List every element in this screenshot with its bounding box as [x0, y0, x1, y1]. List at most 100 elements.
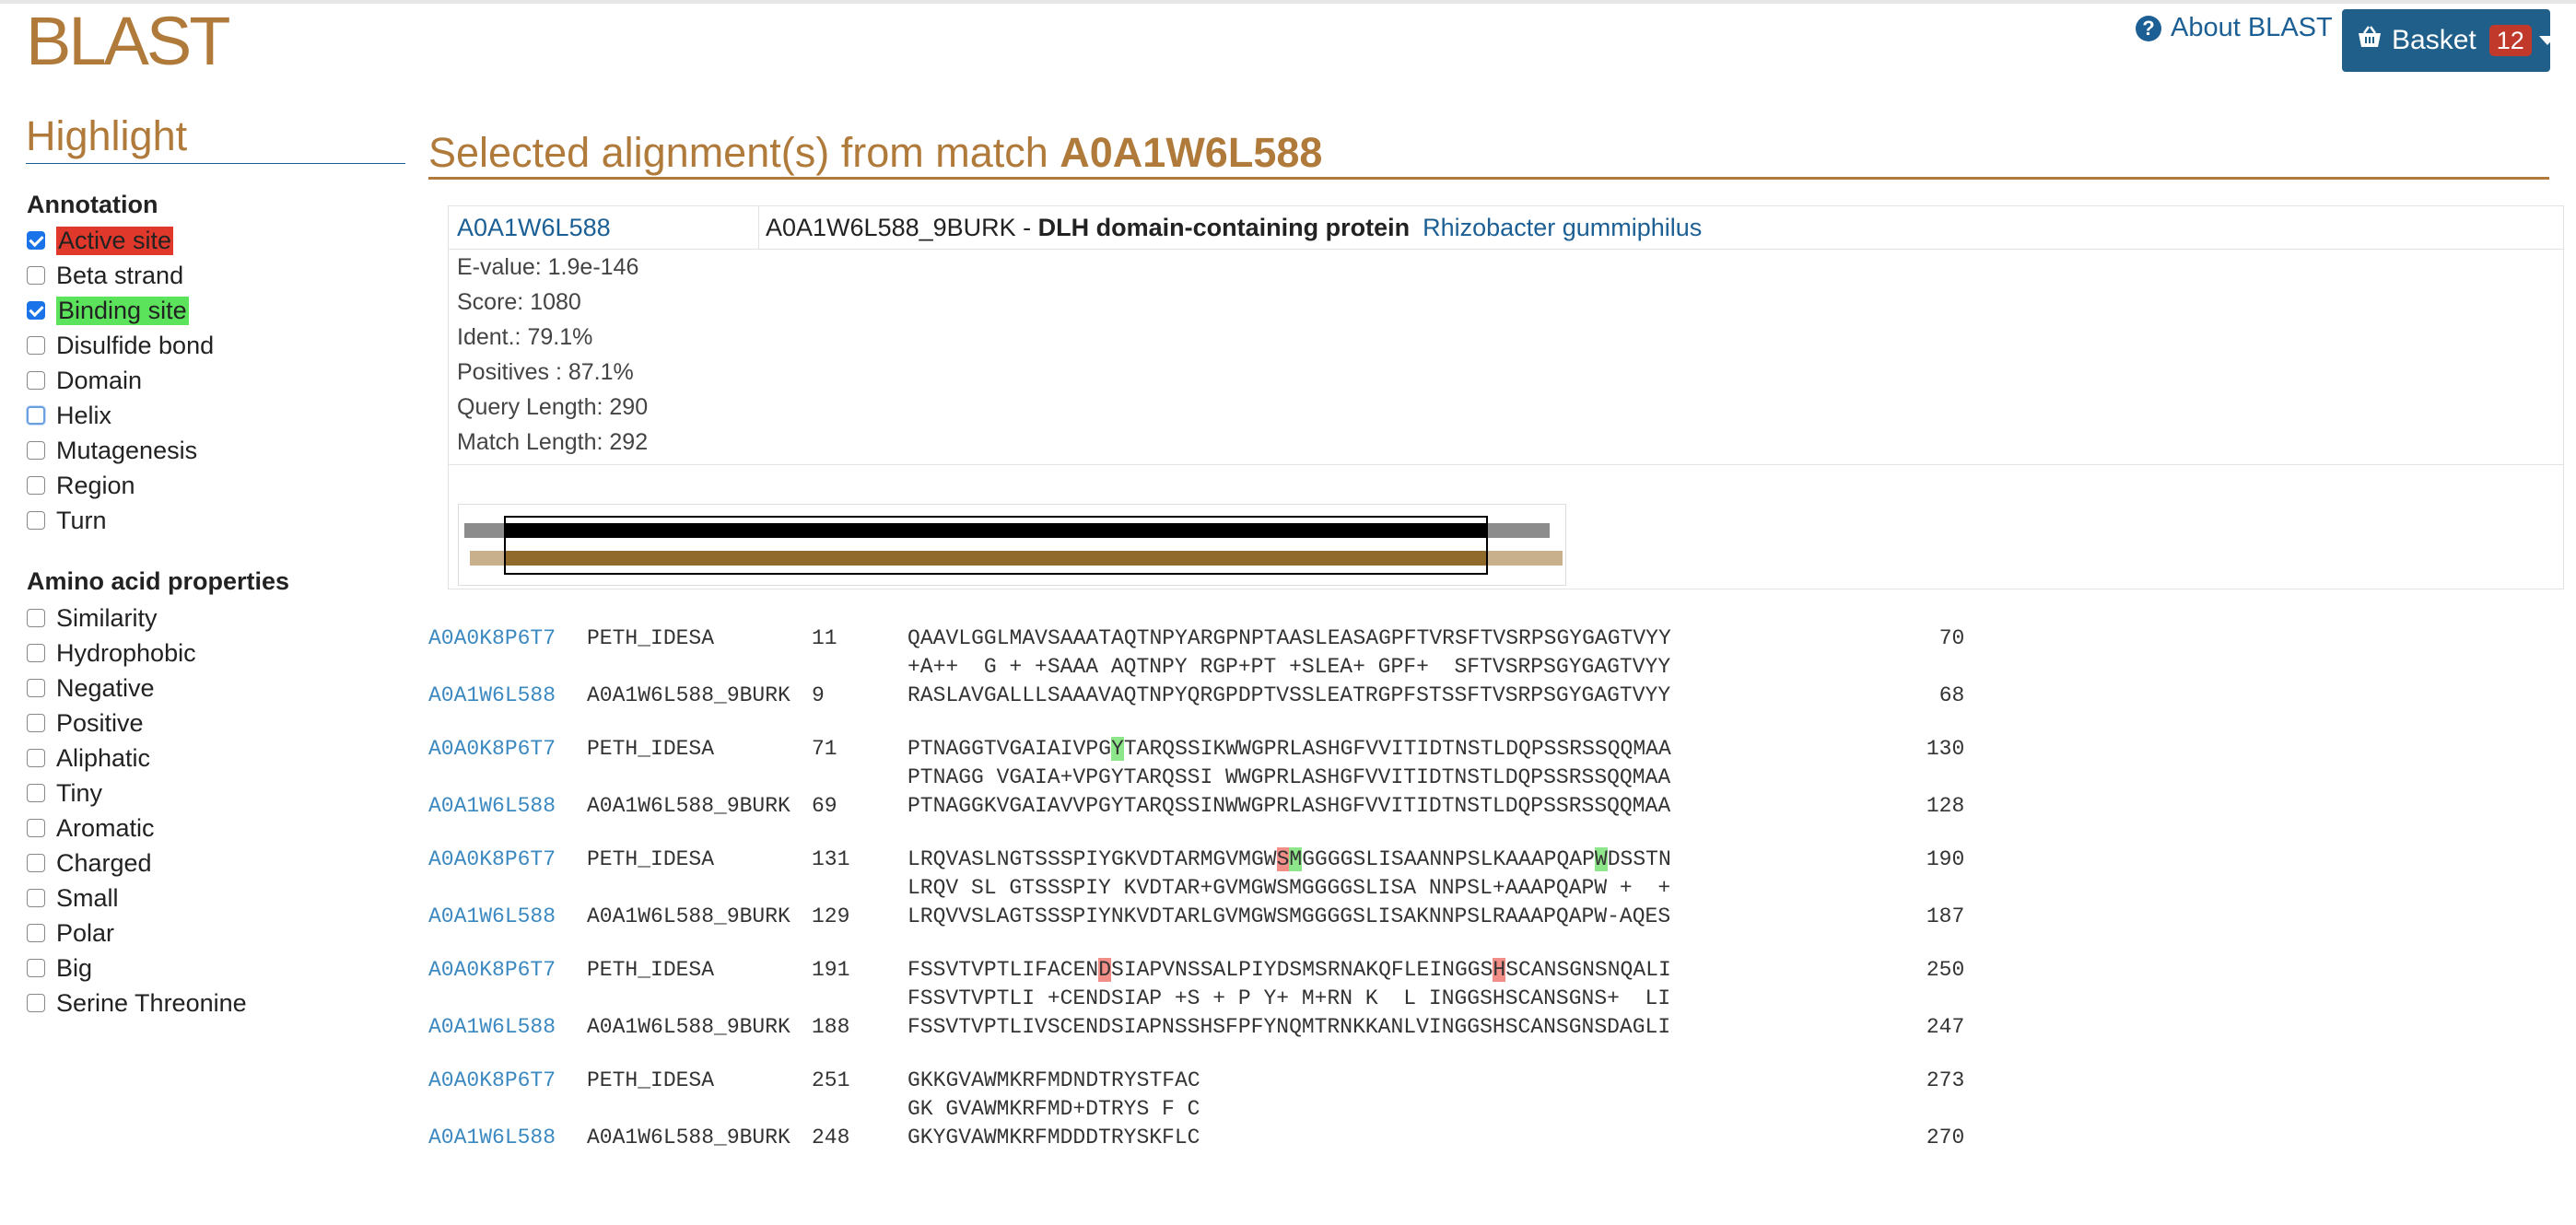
region-label[interactable]: Region [56, 472, 135, 500]
option-mutagenesis[interactable]: Mutagenesis [27, 434, 197, 467]
stat-score: Score: 1080 [457, 289, 581, 315]
subject-start: 248 [812, 1126, 850, 1149]
negative-checkbox[interactable] [27, 679, 45, 697]
aromatic-checkbox[interactable] [27, 819, 45, 837]
subject-start: 9 [812, 683, 825, 707]
option-region[interactable]: Region [27, 469, 135, 502]
positive-label[interactable]: Positive [56, 709, 144, 738]
domain-checkbox[interactable] [27, 371, 45, 390]
mutagenesis-checkbox[interactable] [27, 441, 45, 460]
subject-accession-link[interactable]: A0A1W6L588 [428, 1126, 556, 1149]
subject-accession-link[interactable]: A0A1W6L588 [428, 904, 556, 928]
subject-accession-link[interactable]: A0A1W6L588 [428, 683, 556, 707]
option-beta-strand[interactable]: Beta strand [27, 259, 183, 292]
option-domain[interactable]: Domain [27, 364, 142, 397]
option-disulfide-bond[interactable]: Disulfide bond [27, 329, 214, 362]
query-accession-link[interactable]: A0A0K8P6T7 [428, 1068, 556, 1092]
option-similarity[interactable]: Similarity [27, 601, 158, 635]
helix-label[interactable]: Helix [56, 402, 111, 430]
active-site-label[interactable]: Active site [56, 226, 174, 255]
hydrophobic-label[interactable]: Hydrophobic [56, 639, 196, 668]
stat-positives: Positives : 87.1% [457, 359, 634, 385]
query-name: PETH_IDESA [587, 1068, 715, 1092]
option-aliphatic[interactable]: Aliphatic [27, 741, 150, 775]
match-protein-name: DLH domain-containing protein [1037, 214, 1411, 241]
small-label[interactable]: Small [56, 884, 119, 913]
region-checkbox[interactable] [27, 476, 45, 495]
positive-checkbox[interactable] [27, 714, 45, 732]
title-divider [428, 177, 2549, 180]
site-logo[interactable]: BLAST [26, 2, 230, 80]
tiny-label[interactable]: Tiny [56, 779, 102, 808]
aliphatic-checkbox[interactable] [27, 749, 45, 767]
small-checkbox[interactable] [27, 889, 45, 907]
option-small[interactable]: Small [27, 881, 119, 915]
binding-site-residue: Y [1111, 737, 1124, 761]
turn-checkbox[interactable] [27, 511, 45, 530]
subject-end: 270 [1926, 1126, 1965, 1149]
option-binding-site[interactable]: Binding site [27, 294, 189, 327]
option-active-site[interactable]: Active site [27, 224, 174, 257]
binding-site-label[interactable]: Binding site [56, 296, 189, 325]
subject-accession-link[interactable]: A0A1W6L588 [428, 1015, 556, 1039]
basket-label: Basket [2392, 25, 2476, 55]
option-serine-threonine[interactable]: Serine Threonine [27, 986, 247, 1020]
charged-checkbox[interactable] [27, 854, 45, 872]
serine-threonine-checkbox[interactable] [27, 994, 45, 1012]
about-blast-link[interactable]: ? About BLAST [2136, 13, 2333, 43]
serine-threonine-label[interactable]: Serine Threonine [56, 989, 247, 1018]
query-accession-link[interactable]: A0A0K8P6T7 [428, 626, 556, 650]
subject-name: A0A1W6L588_9BURK [587, 794, 790, 818]
aromatic-label[interactable]: Aromatic [56, 814, 155, 843]
stat-evalue: E-value: 1.9e-146 [457, 254, 639, 280]
option-big[interactable]: Big [27, 951, 92, 985]
turn-label[interactable]: Turn [56, 507, 107, 535]
query-start: 251 [812, 1068, 850, 1092]
tiny-checkbox[interactable] [27, 784, 45, 802]
polar-checkbox[interactable] [27, 924, 45, 942]
query-start: 11 [812, 626, 837, 650]
alignment-midline: LRQV SL GTSSSPIY KVDTAR+GVMGWSMGGGGSLISA… [907, 876, 1671, 900]
charged-label[interactable]: Charged [56, 849, 152, 878]
hydrophobic-checkbox[interactable] [27, 644, 45, 662]
query-sequence: GKKGVAWMKRFMDNDTRYSTFAC [907, 1068, 1200, 1092]
binding-site-checkbox[interactable] [27, 301, 45, 320]
option-negative[interactable]: Negative [27, 671, 155, 705]
top-border [0, 0, 2576, 4]
negative-label[interactable]: Negative [56, 674, 155, 703]
option-polar[interactable]: Polar [27, 916, 114, 950]
query-accession-link[interactable]: A0A0K8P6T7 [428, 737, 556, 761]
subject-sequence: FSSVTVPTLIVSCENDSIAPNSSHSFPFYNQMTRNKKANL… [907, 1015, 1671, 1039]
query-accession-link[interactable]: A0A0K8P6T7 [428, 847, 556, 871]
mutagenesis-label[interactable]: Mutagenesis [56, 437, 197, 465]
big-label[interactable]: Big [56, 954, 92, 983]
polar-label[interactable]: Polar [56, 919, 114, 948]
stat-match-length: Match Length: 292 [457, 429, 649, 455]
option-positive[interactable]: Positive [27, 706, 144, 740]
match-organism-link[interactable]: Rhizobacter gummiphilus [1423, 214, 1702, 241]
subject-accession-link[interactable]: A0A1W6L588 [428, 794, 556, 818]
page-title-accession: A0A1W6L588 [1060, 129, 1323, 176]
match-card: A0A1W6L588 A0A1W6L588_9BURK - DLH domain… [448, 205, 2564, 589]
disulfide-bond-checkbox[interactable] [27, 336, 45, 355]
similarity-label[interactable]: Similarity [56, 604, 158, 633]
aliphatic-label[interactable]: Aliphatic [56, 744, 150, 773]
helix-checkbox[interactable] [27, 406, 45, 425]
option-aromatic[interactable]: Aromatic [27, 811, 155, 845]
similarity-checkbox[interactable] [27, 609, 45, 627]
beta-strand-checkbox[interactable] [27, 266, 45, 285]
active-site-checkbox[interactable] [27, 231, 45, 250]
basket-button[interactable]: Basket 12 [2342, 9, 2556, 72]
option-hydrophobic[interactable]: Hydrophobic [27, 636, 196, 670]
option-turn[interactable]: Turn [27, 504, 107, 537]
big-checkbox[interactable] [27, 959, 45, 977]
match-accession-link[interactable]: A0A1W6L588 [457, 214, 611, 242]
option-charged[interactable]: Charged [27, 846, 152, 880]
domain-label[interactable]: Domain [56, 367, 142, 395]
option-helix[interactable]: Helix [27, 399, 111, 432]
query-accession-link[interactable]: A0A0K8P6T7 [428, 958, 556, 982]
beta-strand-label[interactable]: Beta strand [56, 262, 183, 290]
query-end: 70 [1938, 626, 1965, 650]
disulfide-bond-label[interactable]: Disulfide bond [56, 332, 214, 360]
option-tiny[interactable]: Tiny [27, 776, 102, 810]
